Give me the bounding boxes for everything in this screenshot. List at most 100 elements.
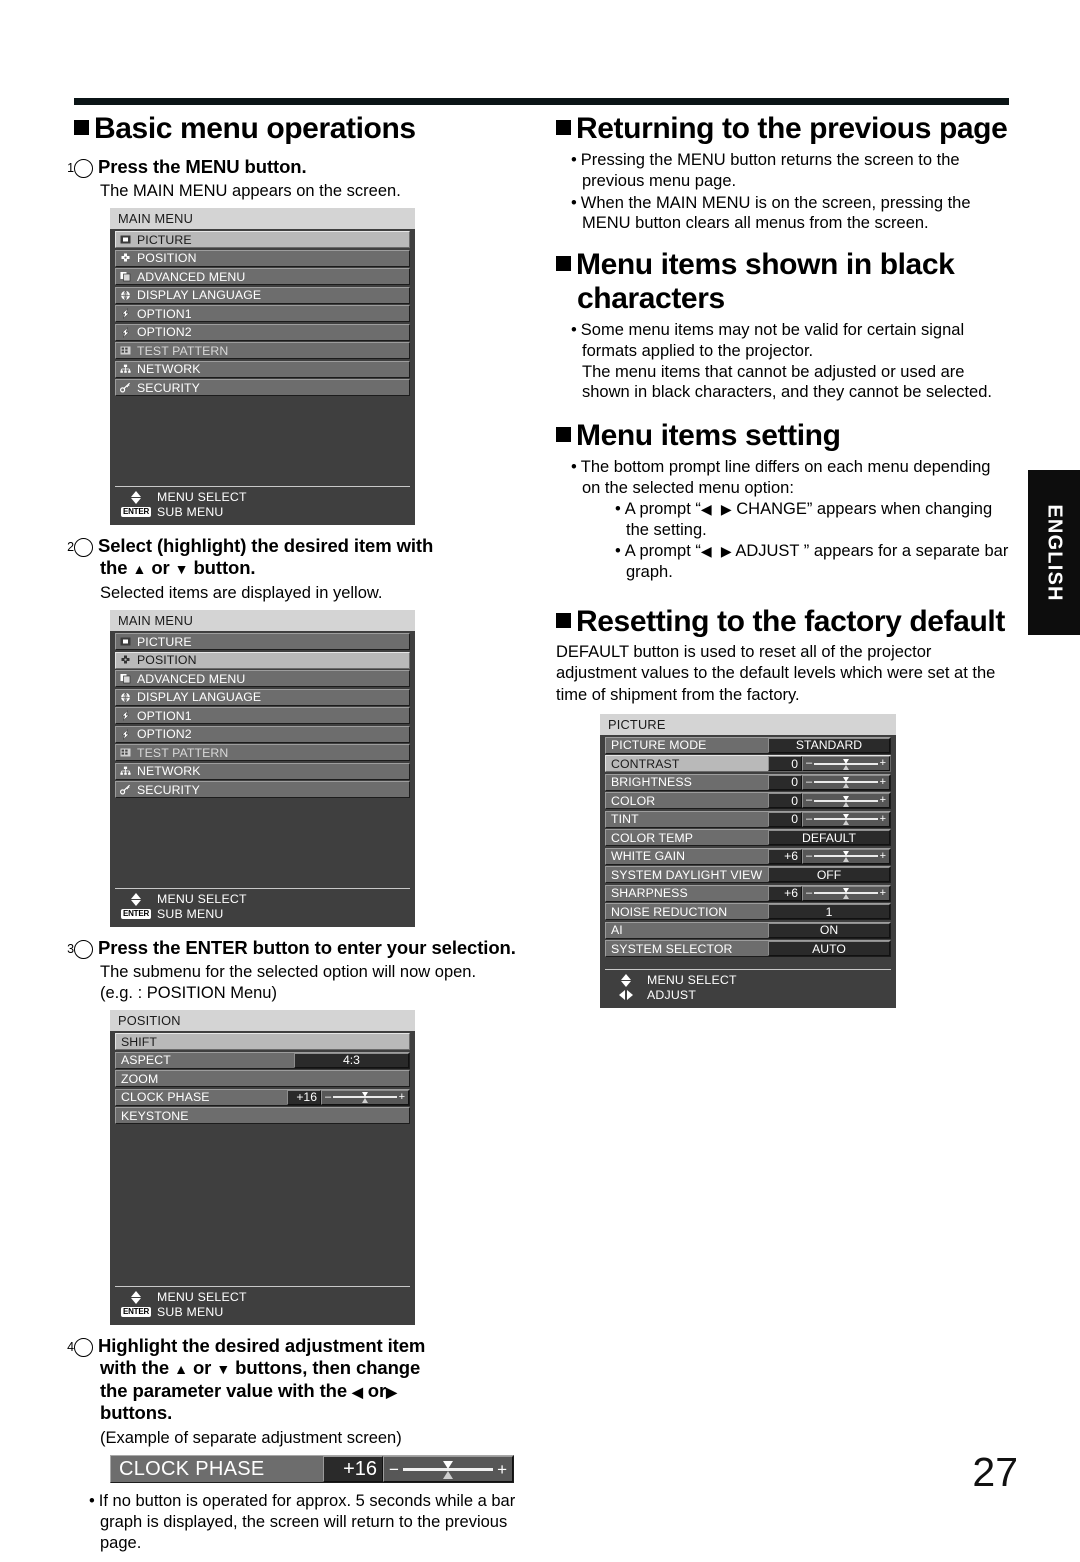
osd-item-display-language[interactable]: DISPLAY LANGUAGE <box>115 688 410 706</box>
adjust-bar-slider[interactable]: − + <box>383 1456 513 1483</box>
adjust-bar-value[interactable]: +16 <box>323 1456 383 1483</box>
step-2-body: Selected items are displayed in yellow. <box>100 583 383 602</box>
osd-footer-row: MENU SELECT <box>115 1290 410 1305</box>
osd-item-value[interactable]: OFF <box>768 867 890 883</box>
osd-item-label: TINT <box>611 812 639 827</box>
osd-item-value[interactable]: 0 <box>768 756 802 772</box>
osd-item-position[interactable]: POSITION <box>115 249 410 267</box>
osd-item-label: SHIFT <box>121 1034 158 1049</box>
osd-item-test-pattern[interactable]: TEST PATTERN <box>115 342 410 360</box>
plus-icon: + <box>879 794 886 807</box>
step-3-heading: 3 Press the ENTER button to enter your se… <box>67 936 534 960</box>
osd-item-list: SHIFT ASPECT 4:3 ZOOM CLOCK PHASE +16 – … <box>110 1031 415 1286</box>
osd-item-system-selector[interactable]: SYSTEM SELECTOR AUTO <box>605 940 891 958</box>
osd-item-slider[interactable]: – + <box>802 756 890 772</box>
osd-item-option2[interactable]: OPTION2 <box>115 725 410 743</box>
osd-item-position[interactable]: POSITION <box>115 651 410 669</box>
osd-item-network[interactable]: NETWORK <box>115 762 410 780</box>
enter-key-icon: ENTER <box>120 909 152 919</box>
step-4-body: (Example of separate adjustment screen) <box>100 1429 402 1448</box>
osd-item-zoom[interactable]: ZOOM <box>115 1070 410 1088</box>
osd-item-contrast[interactable]: CONTRAST 0 – + <box>605 755 891 773</box>
osd-item-white-gain[interactable]: WHITE GAIN +6 – + <box>605 847 891 865</box>
osd-item-sharpness[interactable]: SHARPNESS +6 – + <box>605 884 891 902</box>
slider-knob-up <box>361 1092 368 1098</box>
osd-item-advanced-menu[interactable]: ADVANCED MENU <box>115 670 410 687</box>
osd-item-label: POSITION <box>137 251 197 266</box>
adjust-bar-clock-phase[interactable]: CLOCK PHASE +16 − + <box>110 1455 514 1484</box>
osd-item-picture[interactable]: PICTURE <box>115 633 410 650</box>
osd-item-shift[interactable]: SHIFT <box>115 1033 410 1051</box>
osd-title: MAIN MENU <box>110 208 415 230</box>
osd-item-tint[interactable]: TINT 0 – + <box>605 810 891 828</box>
osd-item-value[interactable]: 0 <box>768 811 802 827</box>
osd-item-ai[interactable]: AI ON <box>605 921 891 939</box>
osd-item-slider[interactable]: – + <box>802 811 890 827</box>
osd-item-label: CLOCK PHASE <box>121 1090 210 1105</box>
osd-item-test-pattern[interactable]: TEST PATTERN <box>115 744 410 761</box>
osd-item-value[interactable]: STANDARD <box>768 737 890 753</box>
osd-item-picture[interactable]: PICTURE <box>115 231 410 249</box>
osd-item-security[interactable]: SECURITY <box>115 781 410 798</box>
slider-track <box>814 777 878 789</box>
list-item: • The bottom prompt line differs on each … <box>556 457 1011 583</box>
osd-item-slider[interactable]: – + <box>802 793 890 809</box>
osd-item-slider[interactable]: – + <box>802 885 890 901</box>
osd-footer-label: SUB MENU <box>157 907 224 921</box>
osd-item-security[interactable]: SECURITY <box>115 379 410 397</box>
osd-footer: MENU SELECT ADJUST <box>605 968 891 1006</box>
osd-item-value[interactable]: 0 <box>768 793 802 809</box>
osd-footer-row: MENU SELECT <box>115 892 410 907</box>
osd-item-value[interactable]: 4:3 <box>294 1052 409 1068</box>
osd-empty-area <box>115 1125 410 1286</box>
step-2-text-c: button. <box>193 557 256 579</box>
down-triangle-icon: ▼ <box>174 561 189 578</box>
osd-item-picture-mode[interactable]: PICTURE MODE STANDARD <box>605 736 891 754</box>
network-icon <box>117 764 133 779</box>
bullet-square-icon <box>556 612 571 628</box>
osd-item-value[interactable]: AUTO <box>768 941 890 957</box>
minus-icon: – <box>325 1090 332 1103</box>
osd-item-option2[interactable]: OPTION2 <box>115 323 410 341</box>
osd-item-label: AI <box>611 923 623 938</box>
page-number: 27 <box>972 1449 1018 1495</box>
osd-item-noise-reduction[interactable]: NOISE REDUCTION 1 <box>605 903 891 921</box>
osd-item-value[interactable]: +6 <box>768 885 802 901</box>
osd-item-network[interactable]: NETWORK <box>115 360 410 378</box>
list-item: • Pressing the MENU button returns the sc… <box>556 150 1011 192</box>
osd-empty-area <box>115 397 410 486</box>
osd-item-keystone[interactable]: KEYSTONE <box>115 1107 410 1125</box>
right-triangle-icon: ▶ <box>720 542 732 559</box>
osd-item-aspect[interactable]: ASPECT 4:3 <box>115 1051 410 1069</box>
osd-item-slider[interactable]: – + <box>321 1089 409 1105</box>
osd-item-value[interactable]: 0 <box>768 774 802 790</box>
osd-item-option1[interactable]: OPTION1 <box>115 707 410 724</box>
osd-item-value[interactable]: 1 <box>768 904 890 920</box>
osd-item-slider[interactable]: – + <box>802 774 890 790</box>
osd-item-label: ZOOM <box>121 1071 159 1086</box>
osd-item-option1[interactable]: OPTION1 <box>115 305 410 323</box>
left-triangle-icon: ◀ <box>700 500 712 517</box>
osd-item-value[interactable]: DEFAULT <box>768 830 890 846</box>
left-column: Basic menu operations 1 Press the MENU bu… <box>67 112 534 1562</box>
step-3-text: Press the ENTER button to enter your sel… <box>98 936 516 958</box>
osd-item-advanced-menu[interactable]: ADVANCED MENU <box>115 268 410 286</box>
bullet-text: When the MAIN MENU is on the screen, pre… <box>580 193 971 233</box>
osd-item-value[interactable]: +16 <box>287 1089 321 1105</box>
osd-item-color[interactable]: COLOR 0 – + <box>605 792 891 810</box>
osd-item-slider[interactable]: – + <box>802 848 890 864</box>
osd-item-value[interactable]: ON <box>768 922 890 938</box>
position-icon <box>117 251 133 266</box>
osd-title: PICTURE <box>600 713 896 735</box>
enter-key-icon: ENTER <box>120 507 152 518</box>
section-menu-items-setting-title: Menu items setting <box>556 419 1011 453</box>
osd-item-display-language[interactable]: DISPLAY LANGUAGE <box>115 286 410 304</box>
osd-item-color-temp[interactable]: COLOR TEMP DEFAULT <box>605 829 891 847</box>
header-rule <box>74 98 1009 105</box>
osd-item-value[interactable]: +6 <box>768 848 802 864</box>
step-4-line2-b: or <box>192 1357 212 1379</box>
bolt-icon <box>117 325 133 340</box>
osd-item-system-daylight-view[interactable]: SYSTEM DAYLIGHT VIEW OFF <box>605 866 891 884</box>
osd-item-brightness[interactable]: BRIGHTNESS 0 – + <box>605 773 891 791</box>
osd-item-clock-phase[interactable]: CLOCK PHASE +16 – + <box>115 1088 410 1106</box>
